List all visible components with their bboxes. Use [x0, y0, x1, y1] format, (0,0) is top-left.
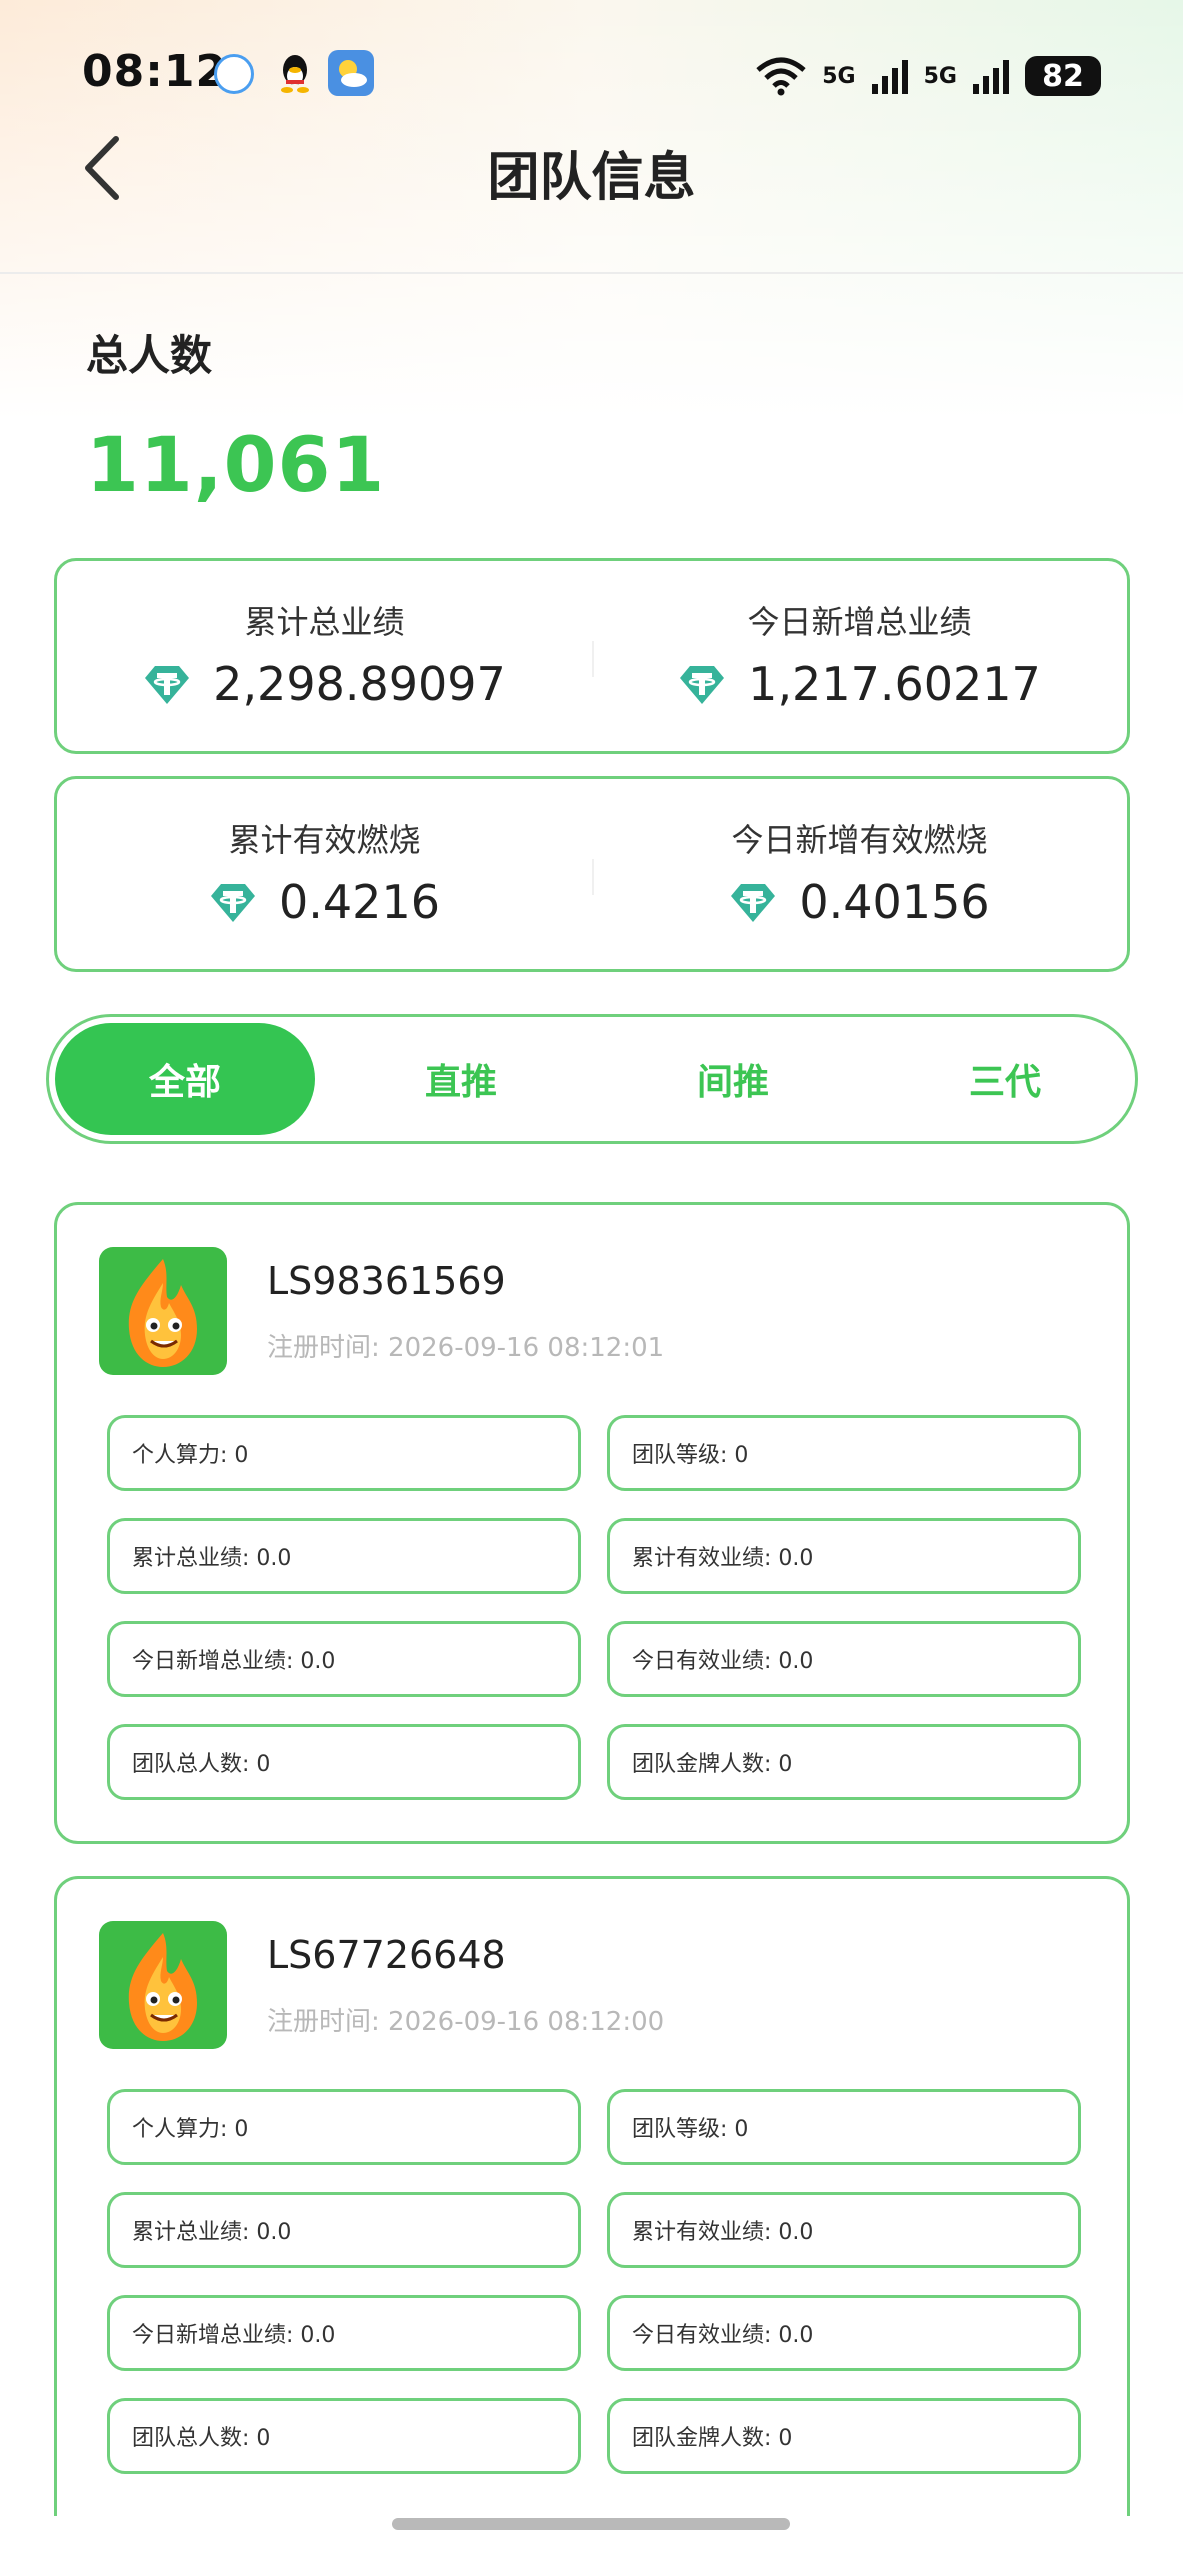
penguin-icon — [272, 50, 318, 96]
stat-label: 今日新增有效燃烧 — [731, 821, 988, 859]
stat-label: 累计有效燃烧 — [228, 821, 421, 859]
field-cumulative-performance: 累计总业绩: 0.0 — [107, 2192, 581, 2268]
stat-cumulative-burn: 累计有效燃烧 0.4216 — [57, 779, 592, 969]
field-team-gold-members: 团队金牌人数: 0 — [607, 1724, 1081, 1800]
status-bar: 08:12 5G 5G 82 — [0, 40, 1183, 110]
field-today-effective: 今日有效业绩: 0.0 — [607, 2295, 1081, 2371]
total-members-label: 总人数 — [86, 331, 213, 380]
tether-icon — [731, 884, 776, 922]
signal-label-1: 5G — [822, 63, 856, 89]
field-team-total-members: 团队总人数: 0 — [107, 2398, 581, 2474]
stat-today-performance: 今日新增总业绩 1,217.60217 — [592, 561, 1127, 751]
field-team-level: 团队等级: 0 — [607, 2089, 1081, 2165]
tether-icon — [680, 666, 725, 704]
home-indicator[interactable] — [392, 2518, 790, 2530]
field-personal-hashrate: 个人算力: 0 — [107, 1415, 581, 1491]
signal-label-2: 5G — [923, 63, 957, 89]
avatar — [99, 1247, 227, 1375]
tab-indirect[interactable]: 间推 — [603, 1023, 863, 1135]
avatar — [99, 1921, 227, 2049]
field-today-new-performance: 今日新增总业绩: 0.0 — [107, 2295, 581, 2371]
tab-direct[interactable]: 直推 — [331, 1023, 591, 1135]
page-title: 团队信息 — [487, 148, 696, 208]
field-today-new-performance: 今日新增总业绩: 0.0 — [107, 1621, 581, 1697]
field-team-total-members: 团队总人数: 0 — [107, 1724, 581, 1800]
cell-signal-icon — [871, 60, 908, 94]
member-id: LS98361569 — [267, 1259, 506, 1303]
header-divider — [0, 272, 1183, 274]
status-time: 08:12 — [82, 46, 228, 97]
wifi-icon — [756, 57, 806, 96]
status-indicators: 5G 5G 82 — [754, 48, 1101, 104]
chat-bubble-icon — [214, 54, 254, 94]
stat-value: 1,217.60217 — [748, 657, 1041, 711]
performance-stats-card: 累计总业绩 2,298.89097 今日新增总业绩 1,217.60217 — [54, 558, 1130, 754]
tether-icon — [211, 884, 256, 922]
field-cumulative-effective: 累计有效业绩: 0.0 — [607, 2192, 1081, 2268]
cell-signal-icon — [973, 60, 1009, 94]
battery-indicator: 82 — [1025, 56, 1101, 96]
total-members-value: 11,061 — [86, 420, 386, 509]
field-personal-hashrate: 个人算力: 0 — [107, 2089, 581, 2165]
stat-value: 0.4216 — [279, 875, 440, 929]
tether-icon — [145, 666, 190, 704]
weather-icon — [328, 50, 374, 96]
stat-cumulative-performance: 累计总业绩 2,298.89097 — [57, 561, 592, 751]
filter-tabs: 全部 直推 间推 三代 — [46, 1014, 1138, 1144]
field-today-effective: 今日有效业绩: 0.0 — [607, 1621, 1081, 1697]
field-cumulative-performance: 累计总业绩: 0.0 — [107, 1518, 581, 1594]
member-card[interactable]: LS98361569 注册时间: 2026-09-16 08:12:01 个人算… — [54, 1202, 1130, 1844]
member-id: LS67726648 — [267, 1933, 506, 1977]
stat-value: 2,298.89097 — [213, 657, 506, 711]
field-team-gold-members: 团队金牌人数: 0 — [607, 2398, 1081, 2474]
field-team-level: 团队等级: 0 — [607, 1415, 1081, 1491]
tab-third-gen[interactable]: 三代 — [875, 1023, 1135, 1135]
stat-label: 今日新增总业绩 — [747, 603, 972, 641]
tab-all[interactable]: 全部 — [55, 1023, 315, 1135]
stat-value: 0.40156 — [799, 875, 990, 929]
member-card[interactable]: LS67726648 注册时间: 2026-09-16 08:12:00 个人算… — [54, 1876, 1130, 2516]
stat-today-burn: 今日新增有效燃烧 0.40156 — [592, 779, 1127, 969]
registration-time: 注册时间: 2026-09-16 08:12:01 — [267, 1333, 665, 1363]
field-cumulative-effective: 累计有效业绩: 0.0 — [607, 1518, 1081, 1594]
burn-stats-card: 累计有效燃烧 0.4216 今日新增有效燃烧 0.40156 — [54, 776, 1130, 972]
registration-time: 注册时间: 2026-09-16 08:12:00 — [267, 2007, 665, 2037]
stat-label: 累计总业绩 — [244, 603, 405, 641]
